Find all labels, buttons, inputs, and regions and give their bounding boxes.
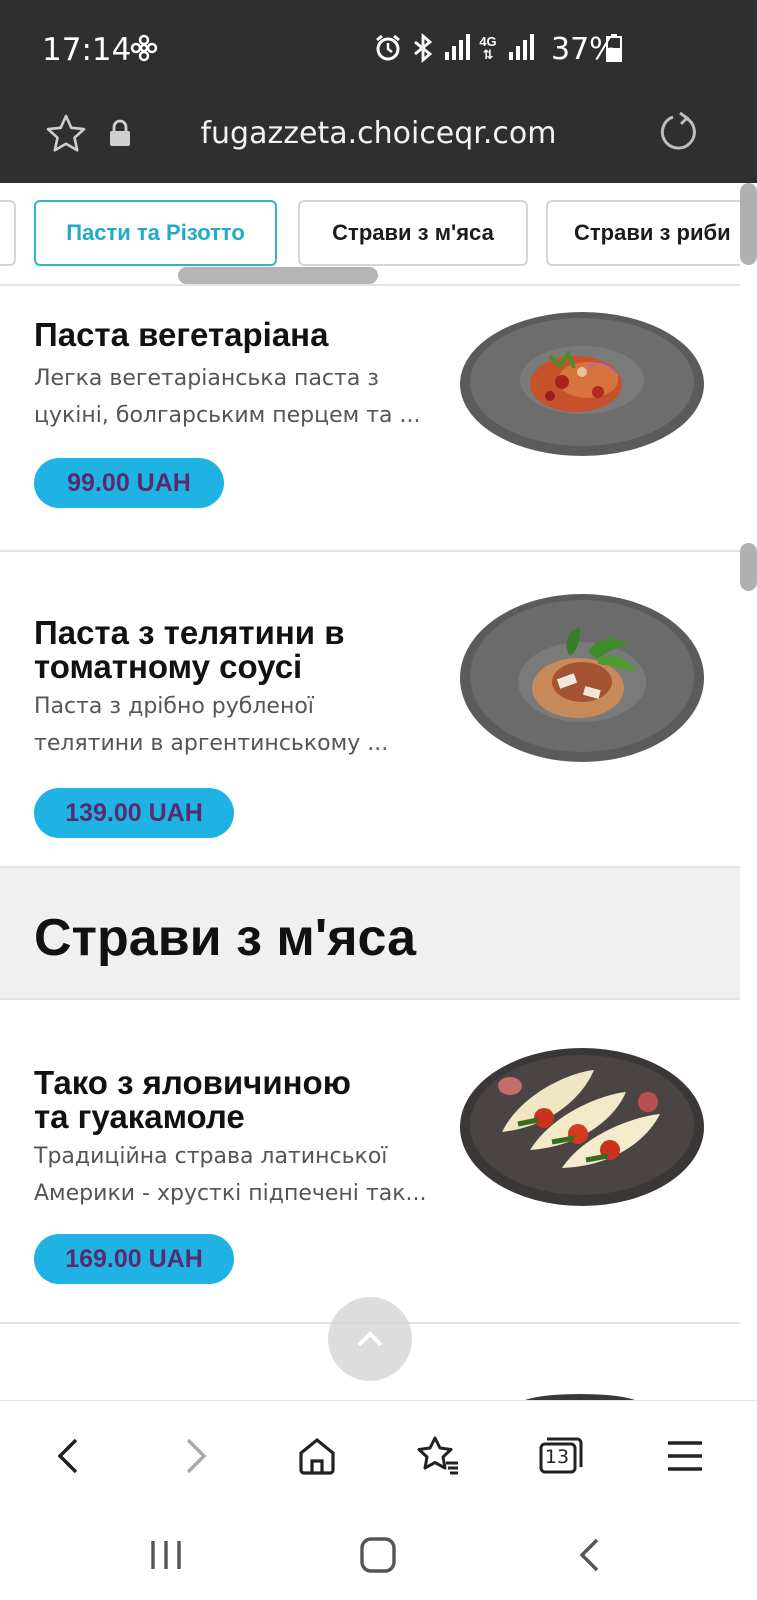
home-icon <box>299 1437 335 1475</box>
chevron-left-icon <box>57 1438 78 1474</box>
dish-image-partial <box>525 1394 635 1400</box>
price-badge[interactable]: 169.00 UAH <box>34 1234 234 1284</box>
page-scrollbar-thumb-2[interactable] <box>740 543 757 591</box>
item-description-line: Америки - хрусткі підпечені так... <box>34 1181 427 1206</box>
chevron-up-icon <box>357 1331 383 1347</box>
item-description: Традиційна страва латинської Америки - х… <box>34 1138 444 1212</box>
home-button[interactable] <box>282 1421 352 1491</box>
tab-pasta-risotto[interactable]: Пасти та Різотто <box>34 200 277 266</box>
tabs-horizontal-scrollbar[interactable] <box>178 267 378 284</box>
tabs-button[interactable]: 13 <box>526 1421 596 1491</box>
price-badge[interactable]: 139.00 UAH <box>34 788 234 838</box>
url-bar[interactable]: fugazzeta.choiceqr.com <box>0 100 757 183</box>
item-title-line: Тако з яловичиною <box>34 1064 351 1101</box>
menu-item[interactable]: Паста з телятини в томатному соусі Паста… <box>0 552 740 876</box>
item-title: Паста з телятини в томатному соусі <box>34 616 424 684</box>
tab-meat-dishes[interactable]: Страви з м'яса <box>298 200 528 266</box>
bookmarks-button[interactable] <box>404 1421 474 1491</box>
alarm-icon <box>372 30 404 66</box>
back-button[interactable] <box>34 1421 104 1491</box>
item-description-line: Легка вегетаріанська паста з <box>34 366 380 391</box>
item-description-line: цукіні, болгарським перцем та ... <box>34 403 421 428</box>
item-description-line: телятини в аргентинському ... <box>34 731 389 756</box>
item-title-line: та гуакамоле <box>34 1098 245 1135</box>
recent-apps-button[interactable] <box>126 1520 206 1590</box>
bluetooth-icon <box>410 30 436 66</box>
item-description-line: Традиційна страва латинської <box>34 1144 388 1169</box>
menu-item[interactable]: Паста вегетаріана Легка вегетаріанська п… <box>0 286 740 552</box>
url-text[interactable]: fugazzeta.choiceqr.com <box>0 116 757 151</box>
network-type: 4G ⇅ <box>476 30 500 66</box>
status-bar: 17:14 4G ⇅ 37% <box>0 0 757 100</box>
browser-bottom-bar: 13 <box>0 1400 757 1510</box>
forward-button[interactable] <box>160 1421 230 1491</box>
recent-apps-icon <box>151 1541 181 1569</box>
item-title-line: Паста з телятини в <box>34 614 345 651</box>
signal-icon <box>442 30 472 66</box>
item-description: Паста з дрібно рубленої телятини в арген… <box>34 688 434 762</box>
dish-image-pasta-vegetariana <box>460 312 704 456</box>
hamburger-menu-icon <box>668 1441 702 1471</box>
menu-content: Паста вегетаріана Легка вегетаріанська п… <box>0 286 740 1400</box>
signal-icon-2 <box>506 30 536 66</box>
tabs-count: 13 <box>544 1446 570 1468</box>
status-time: 17:14 <box>42 32 132 68</box>
tab-previous-partial[interactable] <box>0 200 16 266</box>
page-scrollbar-thumb[interactable] <box>740 183 757 265</box>
battery-icon <box>603 30 625 66</box>
system-nav-bar <box>0 1510 757 1600</box>
tab-fish-dishes[interactable]: Страви з риби <box>546 200 740 266</box>
fan-icon <box>128 30 160 66</box>
scroll-to-top-button[interactable] <box>328 1297 412 1381</box>
dish-image-veal-pasta <box>460 594 704 762</box>
chevron-right-icon <box>186 1438 207 1474</box>
system-home-button[interactable] <box>338 1520 418 1590</box>
item-description-line: Паста з дрібно рубленої <box>34 694 314 719</box>
item-title-line: томатному соусі <box>34 648 303 685</box>
section-header: Страви з м'яса <box>0 866 740 1000</box>
section-title: Страви з м'яса <box>34 909 417 967</box>
browser-chrome: 17:14 4G ⇅ 37% fugazzeta.choiceqr.com <box>0 0 757 183</box>
bookmarks-star-icon <box>417 1436 458 1475</box>
system-back-button[interactable] <box>550 1520 630 1590</box>
page-scrollbar-top[interactable] <box>740 183 757 265</box>
system-back-icon <box>579 1538 599 1572</box>
menu-item[interactable]: Тако з яловичиною та гуакамоле Традиційн… <box>0 1000 740 1324</box>
reload-icon[interactable] <box>656 110 700 154</box>
item-title: Тако з яловичиною та гуакамоле <box>34 1066 424 1134</box>
menu-button[interactable] <box>650 1421 720 1491</box>
network-arrows-icon: ⇅ <box>482 47 494 62</box>
item-title: Паста вегетаріана <box>34 316 329 353</box>
item-description: Легка вегетаріанська паста з цукіні, бол… <box>34 360 434 434</box>
system-home-icon <box>360 1537 396 1573</box>
dish-image-beef-tacos <box>460 1048 704 1206</box>
price-badge[interactable]: 99.00 UAH <box>34 458 224 508</box>
